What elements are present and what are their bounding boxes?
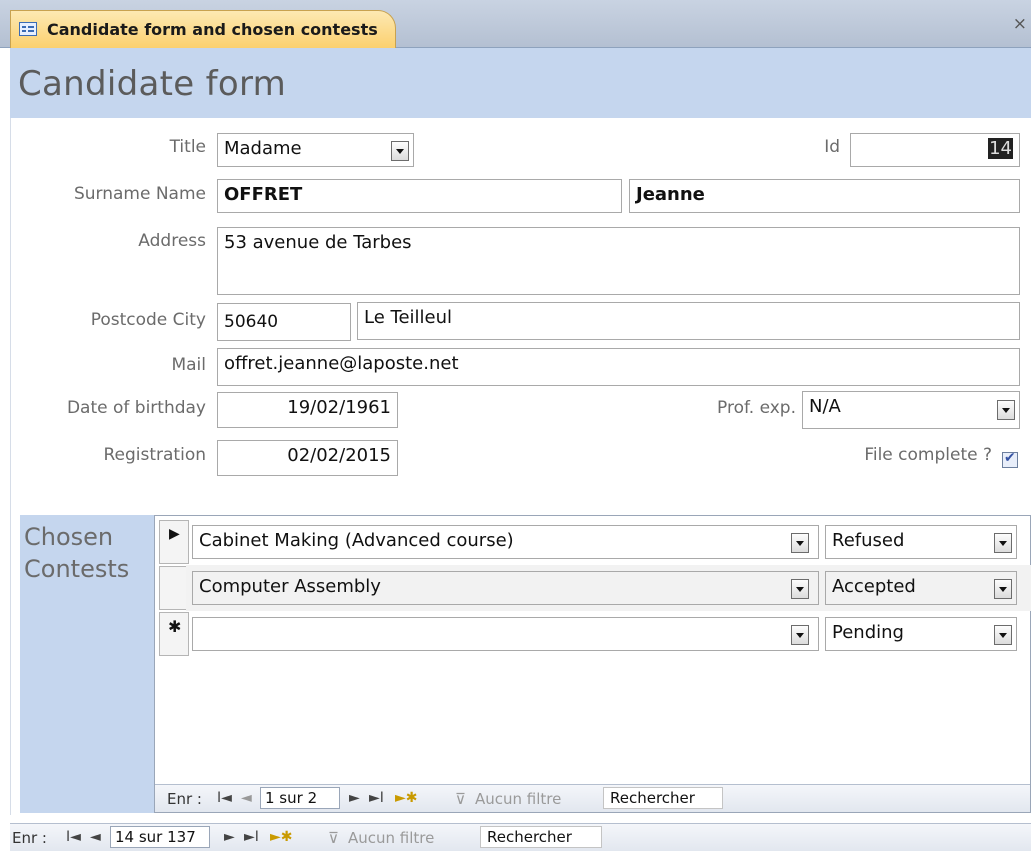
id-label: Id: [824, 137, 840, 157]
chevron-down-icon[interactable]: [994, 625, 1012, 645]
filter-status[interactable]: Aucun filtre: [348, 829, 434, 847]
city-field[interactable]: Le Teilleul: [357, 302, 1020, 340]
search-input[interactable]: Rechercher: [603, 787, 723, 809]
prof-exp-label: Prof. exp.: [717, 398, 796, 418]
record-selector[interactable]: ✱: [159, 612, 189, 656]
birthday-label: Date of birthday: [66, 398, 206, 418]
record-nav-label: Enr :: [167, 790, 202, 808]
record-selector[interactable]: ▶: [159, 520, 189, 564]
filter-status[interactable]: Aucun filtre: [475, 790, 561, 808]
surname-name-label: Surname Name: [73, 184, 206, 204]
record-selector[interactable]: [159, 566, 189, 610]
status-combobox[interactable]: Accepted: [825, 571, 1017, 605]
last-record-icon[interactable]: ►I: [369, 790, 384, 806]
registration-label: Registration: [103, 445, 206, 465]
previous-record-icon[interactable]: ◄: [241, 790, 252, 806]
filter-icon: ⊽: [328, 829, 339, 847]
chevron-down-icon[interactable]: [791, 625, 809, 645]
mail-label: Mail: [171, 355, 206, 375]
prof-exp-value: N/A: [809, 396, 841, 417]
address-label: Address: [138, 231, 206, 251]
postcode-field[interactable]: 50640: [217, 303, 351, 341]
id-field[interactable]: 14: [850, 133, 1020, 167]
filter-icon: ⊽: [455, 790, 466, 808]
chevron-down-icon[interactable]: [391, 141, 409, 161]
file-complete-checkbox[interactable]: [1002, 450, 1018, 468]
status-combobox[interactable]: Pending: [825, 617, 1017, 651]
contest-combobox[interactable]: [192, 617, 819, 651]
chevron-down-icon[interactable]: [994, 579, 1012, 599]
subform-record-navigator: Enr : I◄ ◄ 1 sur 2 ► ►I ►✱ ⊽ Aucun filtr…: [155, 784, 1030, 812]
chosen-contests-title-line1: Chosen: [24, 523, 114, 551]
record-nav-label: Enr :: [12, 829, 47, 847]
document-tab-label: Candidate form and chosen contests: [47, 20, 378, 39]
new-record-icon: ✱: [168, 617, 182, 636]
title-label: Title: [169, 137, 206, 157]
record-position-field[interactable]: 14 sur 137: [110, 826, 210, 848]
registration-field[interactable]: 02/02/2015: [217, 440, 398, 476]
chosen-contests-title-line2: Contests: [24, 555, 130, 583]
contest-combobox[interactable]: Cabinet Making (Advanced course): [192, 525, 819, 559]
page-title: Candidate form: [18, 64, 287, 104]
form-header: Candidate form: [10, 48, 1031, 118]
name-field[interactable]: Jeanne: [629, 179, 1020, 213]
address-field[interactable]: 53 avenue de Tarbes: [217, 227, 1020, 295]
id-value: 14: [988, 138, 1013, 159]
chevron-down-icon[interactable]: [791, 533, 809, 553]
status-combobox[interactable]: Refused: [825, 525, 1017, 559]
first-record-icon[interactable]: I◄: [217, 790, 232, 806]
postcode-city-label: Postcode City: [90, 310, 206, 330]
chevron-down-icon[interactable]: [997, 400, 1015, 420]
next-record-icon[interactable]: ►: [224, 829, 235, 845]
next-record-icon[interactable]: ►: [349, 790, 360, 806]
title-combobox[interactable]: Madame: [217, 133, 414, 167]
form-icon: [19, 22, 37, 36]
chevron-down-icon[interactable]: [791, 579, 809, 599]
new-record-button-icon[interactable]: ►✱: [270, 829, 293, 845]
file-complete-label: File complete ?: [864, 445, 992, 465]
current-record-icon: ▶: [169, 526, 180, 542]
main-record-navigator: Enr : I◄ ◄ 14 sur 137 ► ►I ►✱ ⊽ Aucun fi…: [10, 823, 1031, 851]
subform-row: Cabinet Making (Advanced course) Refused: [186, 519, 1031, 565]
subform-row: Pending: [186, 611, 1031, 657]
mail-field[interactable]: offret.jeanne@laposte.net: [217, 348, 1020, 386]
record-position-field[interactable]: 1 sur 2: [260, 787, 340, 809]
chevron-down-icon[interactable]: [994, 533, 1012, 553]
birthday-field[interactable]: 19/02/1961: [217, 392, 398, 428]
search-input[interactable]: Rechercher: [480, 826, 602, 848]
title-value: Madame: [224, 138, 302, 159]
chosen-contests-panel: Chosen Contests: [20, 515, 154, 813]
previous-record-icon[interactable]: ◄: [90, 829, 101, 845]
surname-field[interactable]: OFFRET: [217, 179, 622, 213]
first-record-icon[interactable]: I◄: [66, 829, 81, 845]
document-tab[interactable]: Candidate form and chosen contests: [10, 10, 396, 48]
subform-row: Computer Assembly Accepted: [186, 565, 1031, 611]
last-record-icon[interactable]: ►I: [244, 829, 259, 845]
close-icon[interactable]: ×: [1013, 14, 1027, 34]
chosen-contests-subform: ▶ Cabinet Making (Advanced course) Refus…: [154, 515, 1031, 813]
prof-exp-combobox[interactable]: N/A: [802, 391, 1020, 429]
contest-combobox[interactable]: Computer Assembly: [192, 571, 819, 605]
new-record-button-icon[interactable]: ►✱: [395, 790, 418, 806]
